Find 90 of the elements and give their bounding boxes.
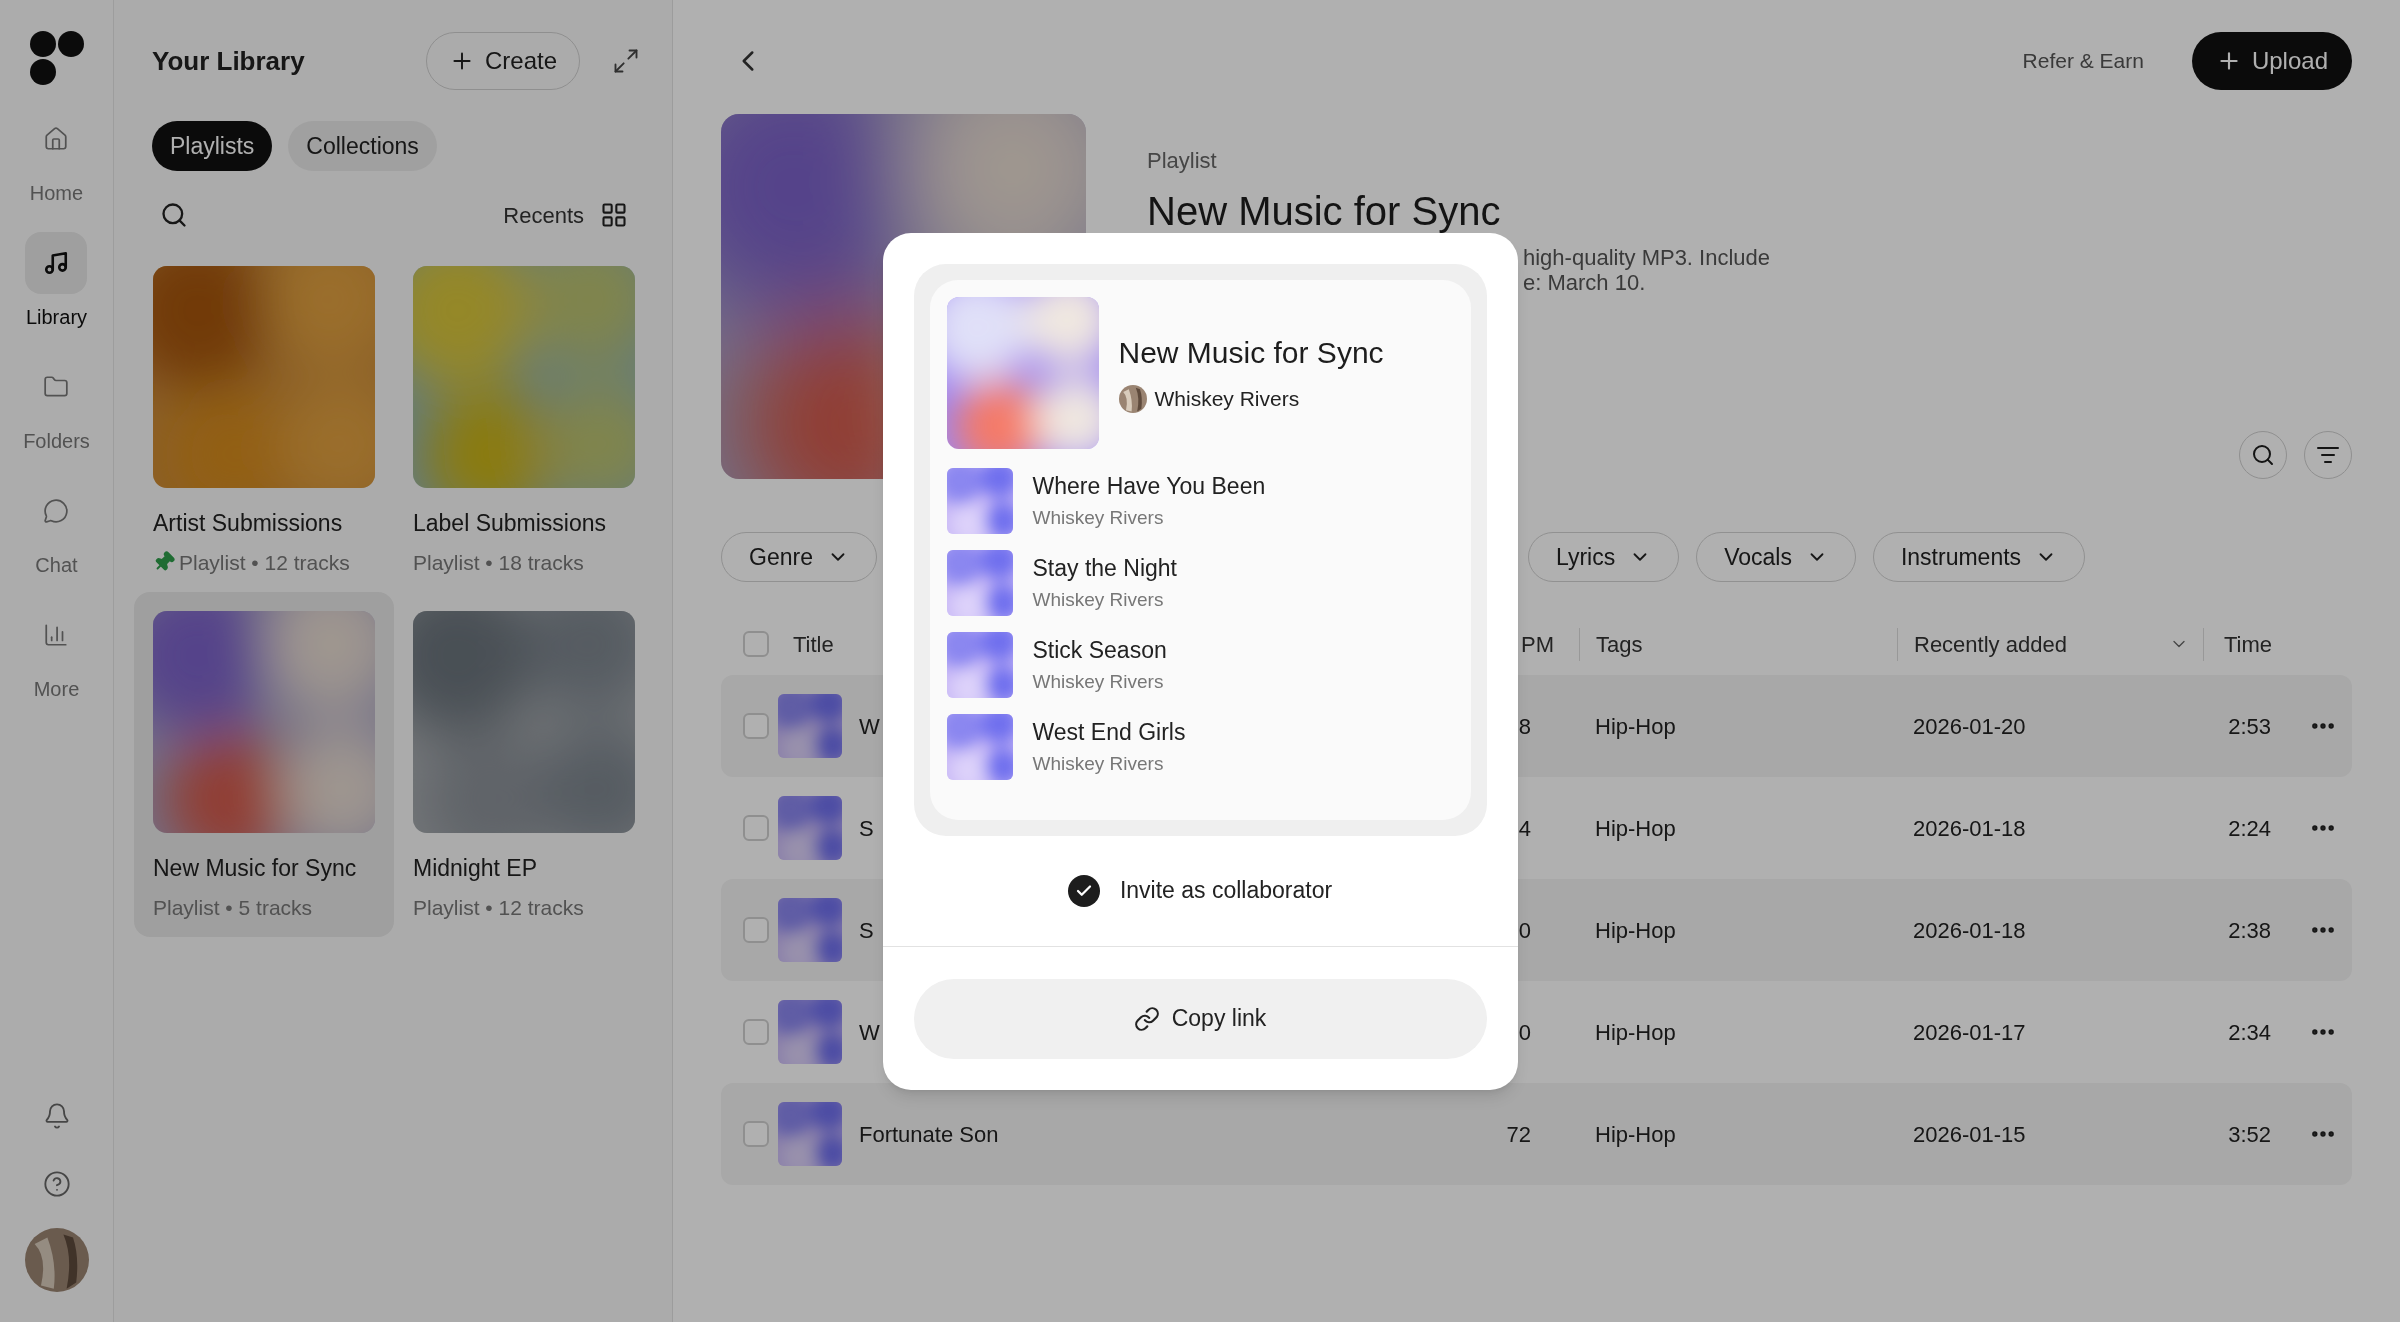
grid-view-icon[interactable] — [600, 201, 628, 229]
row-checkbox[interactable] — [743, 1121, 769, 1147]
music-note-icon — [43, 250, 70, 276]
column-header[interactable]: Recently added — [1914, 627, 2067, 661]
track-artist: Whiskey Rivers — [1032, 669, 1165, 694]
filter-chip[interactable]: Vocals — [1696, 532, 1856, 582]
track-title: West End Girls — [1032, 718, 1186, 747]
filter-tab[interactable]: Playlists — [152, 121, 273, 171]
row-checkbox[interactable] — [743, 917, 769, 943]
playlist-title: New Music for Sync — [1147, 188, 1502, 235]
track-title: W — [859, 712, 880, 741]
track-artist: Whiskey Rivers — [1032, 505, 1165, 530]
invite-label[interactable]: Invite as collaborator — [1119, 873, 1333, 908]
bpm-value: 0 — [1518, 917, 1531, 943]
playlist-card[interactable]: Artist Submissions Playlist • 12 tracks — [134, 247, 394, 592]
owner-name: Whiskey Rivers — [1154, 386, 1300, 413]
playlist-card[interactable]: Midnight EP Playlist • 12 tracks — [394, 592, 654, 937]
track-duration: 2:34 — [2228, 1019, 2271, 1045]
card-title: Label Submissions — [413, 509, 608, 538]
track-title: S — [859, 916, 874, 945]
upload-button[interactable]: Upload — [2191, 32, 2352, 90]
track-title: W — [859, 1018, 880, 1047]
filter-tab[interactable]: Collections — [288, 121, 437, 171]
date-added: 2026-01-18 — [1913, 815, 2026, 841]
home-icon — [43, 126, 70, 152]
card-title: New Music for Sync — [153, 854, 358, 883]
help-icon[interactable] — [42, 1170, 71, 1198]
track-artist: Whiskey Rivers — [1032, 751, 1165, 776]
nav-label[interactable]: Library — [25, 302, 88, 332]
panel-title: Your Library — [152, 44, 305, 78]
card-subtitle: Playlist • 12 tracks — [413, 894, 584, 921]
playlist-card[interactable]: New Music for Sync Playlist • 5 tracks — [134, 592, 394, 937]
playlist-card[interactable]: Label Submissions Playlist • 18 tracks — [394, 247, 654, 592]
card-subtitle: Playlist • 12 tracks — [179, 549, 350, 576]
column-header[interactable]: Tags — [1596, 631, 1643, 657]
track-duration: 2:38 — [2228, 917, 2271, 943]
row-checkbox[interactable] — [743, 713, 769, 739]
folder-icon — [43, 374, 70, 400]
search-icon[interactable] — [160, 201, 188, 229]
date-added: 2026-01-15 — [1913, 1121, 2026, 1147]
chat-icon — [43, 498, 70, 524]
track-title: Where Have You Been — [1032, 472, 1266, 501]
track-title: Fortunate Son — [859, 1120, 999, 1149]
invite-checkbox[interactable] — [1067, 874, 1100, 907]
description-line: high-quality MP3. Include — [1523, 245, 1771, 270]
track-title: Stay the Night — [1032, 554, 1177, 583]
date-added: 2026-01-17 — [1913, 1019, 2026, 1045]
playlist-type: Playlist — [1147, 147, 1218, 175]
tag-value: Hip-Hop — [1595, 1019, 1676, 1045]
bpm-value: 0 — [1518, 1019, 1531, 1045]
link-icon — [1133, 1005, 1160, 1032]
bpm-value: 72 — [1506, 1121, 1531, 1147]
description-line: e: March 10. — [1523, 270, 1647, 295]
tag-value: Hip-Hop — [1595, 815, 1676, 841]
track-title: S — [859, 814, 874, 843]
sort-label[interactable]: Recents — [503, 198, 584, 232]
nav-label[interactable]: Chat — [35, 550, 78, 580]
column-header[interactable]: Title — [793, 627, 834, 661]
card-title: Midnight EP — [413, 854, 538, 883]
bpm-value: 4 — [1518, 815, 1531, 841]
nav-item[interactable] — [25, 232, 88, 294]
avatar — [24, 1228, 89, 1292]
row-checkbox[interactable] — [743, 815, 769, 841]
avatar — [1118, 385, 1147, 413]
logo — [28, 30, 85, 86]
tag-value: Hip-Hop — [1595, 1121, 1676, 1147]
row-checkbox[interactable] — [743, 1019, 769, 1045]
dialog-title: New Music for Sync — [1118, 335, 1384, 372]
track-artist: Whiskey Rivers — [1032, 587, 1165, 612]
filter-chip[interactable]: Genre — [721, 532, 877, 582]
expand-icon[interactable] — [612, 47, 640, 75]
date-added: 2026-01-18 — [1913, 917, 2026, 943]
card-subtitle: Playlist • 18 tracks — [413, 549, 584, 576]
track-title: Stick Season — [1032, 636, 1167, 665]
select-all-checkbox[interactable] — [743, 631, 769, 657]
column-header[interactable]: Time — [2224, 631, 2273, 657]
copy-link-button[interactable]: Copy link — [913, 978, 1487, 1059]
date-added: 2026-01-20 — [1913, 713, 2026, 739]
tag-value: Hip-Hop — [1595, 917, 1676, 943]
refer-link[interactable]: Refer & Earn — [2022, 45, 2144, 77]
tag-value: Hip-Hop — [1595, 713, 1676, 739]
card-title: Artist Submissions — [153, 509, 344, 538]
bar-chart-icon — [43, 622, 70, 648]
track-duration: 2:53 — [2228, 713, 2271, 739]
track-duration: 3:52 — [2228, 1121, 2271, 1147]
search-icon — [2251, 443, 2275, 467]
column-header[interactable]: PM — [1521, 631, 1554, 657]
track-duration: 2:24 — [2228, 815, 2271, 841]
card-subtitle: Playlist • 5 tracks — [153, 894, 313, 921]
bpm-value: 8 — [1518, 713, 1531, 739]
